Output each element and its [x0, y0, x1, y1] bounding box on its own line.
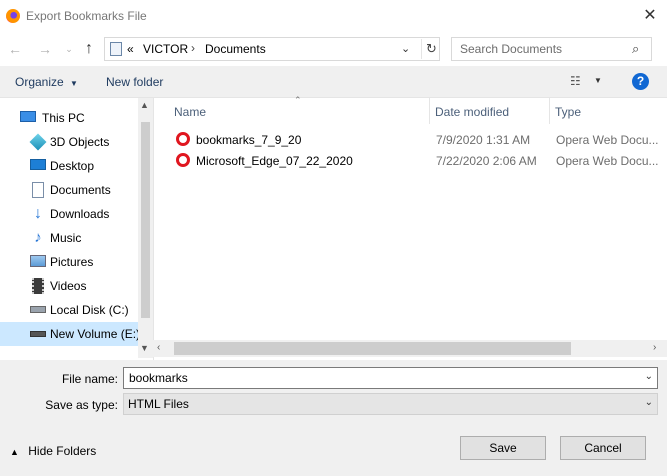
drive-icon	[30, 331, 46, 337]
file-date: 7/22/2020 2:06 AM	[436, 154, 537, 168]
recent-chevron-icon[interactable]: ⌄	[60, 40, 78, 58]
save-button[interactable]: Save	[460, 436, 546, 460]
table-row[interactable]: Microsoft_Edge_07_22_2020 7/22/2020 2:06…	[170, 151, 667, 171]
file-name: Microsoft_Edge_07_22_2020	[196, 154, 353, 168]
sidebar-item-this-pc[interactable]: This PC	[0, 106, 138, 130]
breadcrumb-separator-icon: ›	[191, 41, 195, 55]
sidebar-item-label: Pictures	[50, 255, 94, 269]
filename-input[interactable]: bookmarks ⌄	[123, 367, 658, 389]
sort-indicator-icon: ⌃	[294, 95, 302, 105]
file-type: Opera Web Docu...	[556, 133, 659, 147]
file-date: 7/9/2020 1:31 AM	[436, 133, 531, 147]
sidebar-item-label: Music	[50, 231, 82, 245]
scroll-right-icon[interactable]: ›	[653, 342, 656, 353]
table-row[interactable]: bookmarks_7_9_20 7/9/2020 1:31 AM Opera …	[170, 130, 667, 150]
search-input[interactable]: Search Documents	[460, 42, 562, 56]
window-title: Export Bookmarks File	[26, 9, 147, 23]
sidebar-item-desktop[interactable]: Desktop	[0, 154, 138, 178]
sidebar-item-label: New Volume (E:)	[50, 327, 141, 341]
new-folder-button[interactable]: New folder	[106, 75, 163, 89]
sidebar-item-new-volume[interactable]: New Volume (E:)	[0, 322, 141, 346]
document-icon	[32, 182, 44, 198]
nav-scroll-thumb[interactable]	[141, 122, 150, 318]
view-options-icon[interactable]: ☷	[570, 74, 581, 88]
file-type: Opera Web Docu...	[556, 154, 659, 168]
sidebar-item-pictures[interactable]: Pictures	[0, 250, 138, 274]
column-header-type[interactable]: Type	[555, 105, 581, 119]
firefox-icon	[6, 9, 20, 23]
close-icon[interactable]: ✕	[640, 6, 660, 26]
video-icon	[32, 278, 44, 294]
column-header-name[interactable]: Name	[174, 105, 206, 119]
savetype-dropdown-icon: ⌄	[644, 397, 653, 408]
file-name: bookmarks_7_9_20	[196, 133, 302, 147]
view-dropdown-icon[interactable]: ▼	[594, 76, 602, 85]
breadcrumb-documents[interactable]: Documents	[205, 42, 266, 56]
opera-file-icon	[176, 153, 190, 167]
savetype-value: HTML Files	[128, 397, 189, 411]
sidebar-item-label: Videos	[50, 279, 87, 293]
cancel-button[interactable]: Cancel	[560, 436, 646, 460]
sidebar-item-videos[interactable]: Videos	[0, 274, 138, 298]
savetype-select[interactable]: HTML Files ⌄	[123, 393, 658, 415]
hscroll-thumb[interactable]	[174, 342, 571, 355]
music-icon: ♪	[34, 229, 42, 246]
search-box[interactable]: Search Documents ⌕	[451, 37, 652, 61]
sidebar-item-music[interactable]: ♪ Music	[0, 226, 138, 250]
sidebar-item-label: 3D Objects	[50, 135, 110, 149]
address-dropdown-icon[interactable]: ⌄	[401, 42, 410, 55]
forward-arrow-icon[interactable]: →	[36, 40, 54, 58]
cube-icon	[29, 133, 47, 151]
scroll-left-icon[interactable]: ‹	[157, 342, 160, 353]
sidebar-item-downloads[interactable]: ↓ Downloads	[0, 202, 138, 226]
organize-button[interactable]: Organize ▼	[15, 75, 78, 89]
filename-dropdown-icon[interactable]: ⌄	[645, 371, 653, 382]
picture-icon	[30, 255, 46, 267]
sidebar-item-label: Desktop	[50, 159, 95, 173]
sidebar-item-label: Local Disk (C:)	[50, 303, 129, 317]
scroll-down-icon[interactable]: ▼	[140, 343, 149, 353]
save-form: File name: bookmarks ⌄ Save as type: HTM…	[0, 360, 667, 476]
computer-icon	[20, 111, 36, 122]
navigation-pane: This PC 3D Objects Desktop Documents ↓ D…	[0, 98, 153, 358]
desktop-icon	[30, 159, 46, 170]
address-bar[interactable]: « VICTOR › Documents ⌄ ↻	[104, 37, 440, 61]
sidebar-item-3d-objects[interactable]: 3D Objects	[0, 130, 138, 154]
chevron-up-icon: ▲	[10, 447, 19, 457]
hide-folders-toggle[interactable]: ▲ Hide Folders	[10, 444, 96, 458]
column-divider[interactable]	[549, 98, 550, 124]
download-icon: ↓	[34, 205, 42, 222]
sidebar-item-label: Downloads	[50, 207, 110, 221]
filename-label: File name:	[61, 372, 118, 386]
filename-value: bookmarks	[129, 371, 188, 385]
column-header-date[interactable]: Date modified	[435, 105, 509, 119]
savetype-label: Save as type:	[45, 398, 118, 412]
organize-dropdown-icon: ▼	[70, 79, 78, 88]
refresh-icon[interactable]: ↻	[421, 39, 441, 59]
breadcrumb-victor[interactable]: VICTOR	[143, 42, 188, 56]
drive-icon	[30, 306, 46, 313]
opera-file-icon	[176, 132, 190, 146]
sidebar-item-label: Documents	[50, 183, 111, 197]
hide-folders-label: Hide Folders	[28, 444, 97, 458]
scroll-up-icon[interactable]: ▲	[140, 100, 149, 110]
folder-path-icon	[110, 42, 122, 56]
organize-label: Organize	[15, 75, 64, 89]
sidebar-item-documents[interactable]: Documents	[0, 178, 138, 202]
column-divider[interactable]	[429, 98, 430, 124]
sidebar-item-local-disk[interactable]: Local Disk (C:)	[0, 298, 138, 322]
sidebar-item-label: This PC	[42, 111, 85, 125]
command-toolbar: Organize ▼ New folder ☷ ▼	[0, 66, 667, 98]
address-overflow[interactable]: «	[127, 42, 134, 56]
title-bar: Export Bookmarks File ✕	[0, 0, 667, 34]
help-icon[interactable]: ?	[632, 73, 649, 90]
search-icon[interactable]: ⌕	[632, 41, 639, 57]
file-list-pane: ⌃ Name Date modified Type bookmarks_7_9_…	[153, 95, 667, 360]
back-arrow-icon[interactable]: ←	[6, 40, 24, 58]
up-arrow-icon[interactable]: ↑	[80, 40, 98, 58]
